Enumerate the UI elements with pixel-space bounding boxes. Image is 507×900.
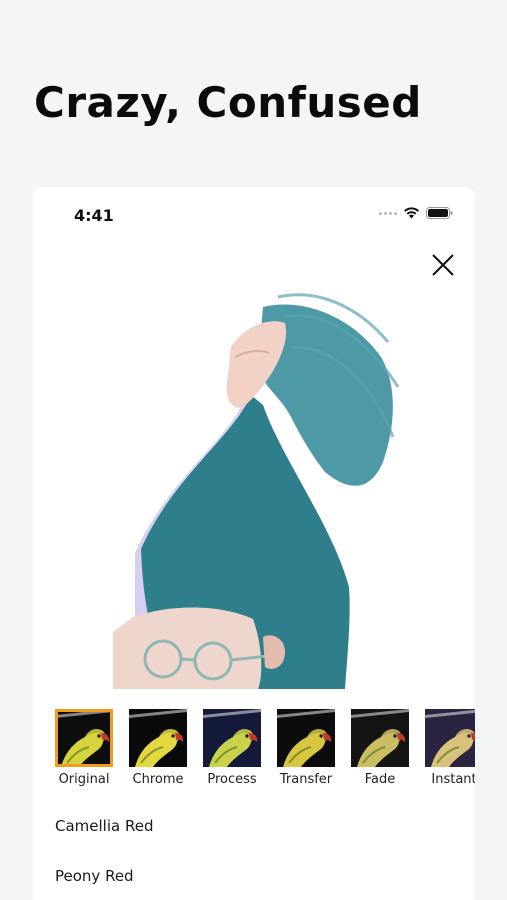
- filter-thumbnail: [55, 709, 113, 767]
- filter-label: Instant: [431, 772, 475, 787]
- parrot-icon: [203, 709, 261, 767]
- filter-label: Chrome: [132, 772, 184, 787]
- filter-label: Transfer: [279, 772, 333, 787]
- filter-thumbnail: [129, 709, 187, 767]
- wifi-icon: [404, 207, 419, 219]
- filter-thumbnail: [351, 709, 409, 767]
- phone-screen: 4:41 Original Chrome Process Transfer Fa…: [33, 187, 475, 900]
- battery-icon: [426, 207, 453, 219]
- close-icon[interactable]: [429, 251, 457, 279]
- filter-transfer[interactable]: Transfer: [275, 709, 337, 787]
- list-item-camellia-red[interactable]: Camellia Red: [55, 817, 153, 835]
- parrot-icon: [277, 709, 335, 767]
- parrot-icon: [129, 709, 187, 767]
- filter-chrome[interactable]: Chrome: [127, 709, 189, 787]
- filter-fade[interactable]: Fade: [349, 709, 411, 787]
- list-item-peony-red[interactable]: Peony Red: [55, 867, 134, 885]
- filter-instant[interactable]: Instant: [423, 709, 475, 787]
- parrot-icon: [55, 709, 113, 767]
- filter-process[interactable]: Process: [201, 709, 263, 787]
- page-headline: Crazy, Confused: [34, 78, 422, 127]
- edited-photo: [113, 293, 400, 689]
- signal-icon: [379, 211, 397, 215]
- status-time: 4:41: [74, 206, 114, 225]
- parrot-icon: [351, 709, 409, 767]
- filter-label: Original: [58, 772, 110, 787]
- filter-strip[interactable]: Original Chrome Process Transfer Fade Instant: [33, 709, 475, 789]
- filter-thumbnail: [425, 709, 475, 767]
- filter-label: Fade: [364, 772, 396, 787]
- filter-label: Process: [207, 772, 257, 787]
- parrot-icon: [425, 709, 475, 767]
- filter-thumbnail: [203, 709, 261, 767]
- filter-original[interactable]: Original: [53, 709, 115, 787]
- filter-thumbnail: [277, 709, 335, 767]
- status-indicators: [379, 207, 453, 219]
